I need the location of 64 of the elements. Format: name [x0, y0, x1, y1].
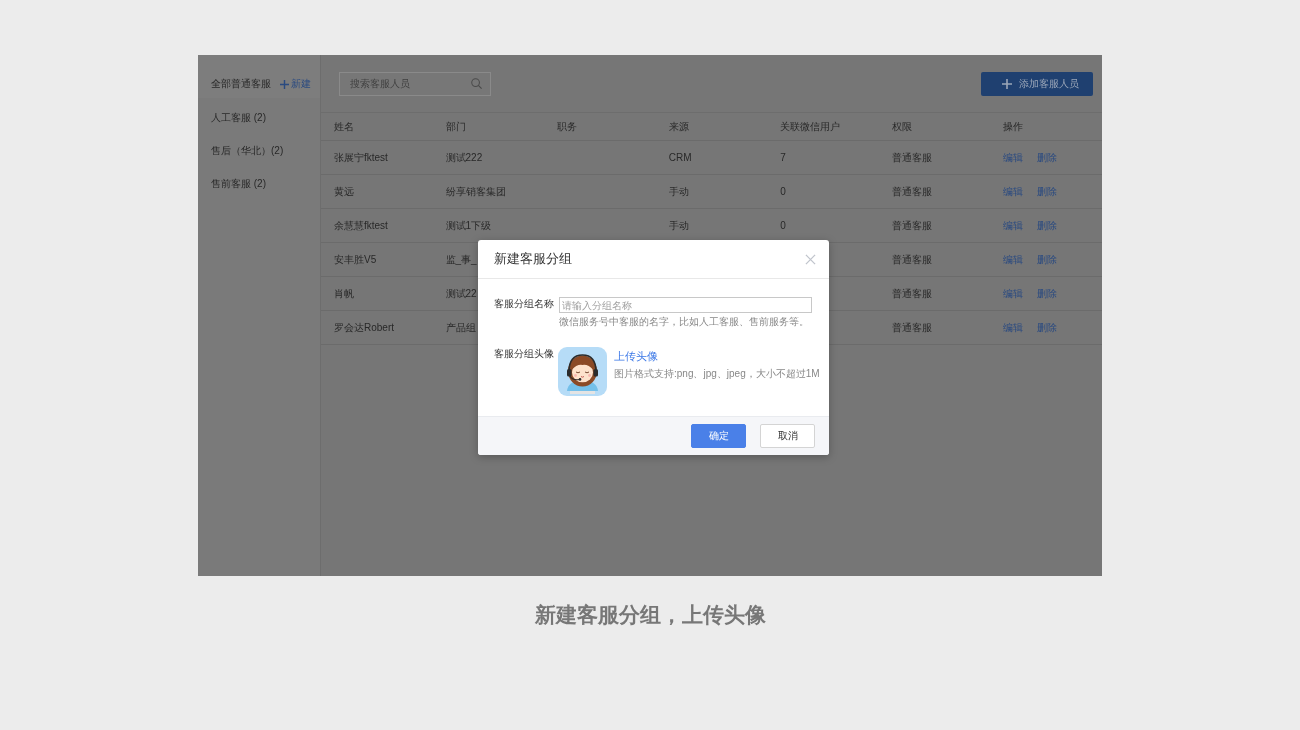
column-header: 部门 [445, 120, 466, 132]
table-cell: 监_事_ [445, 253, 477, 265]
edit-link[interactable]: 编辑 [1003, 320, 1024, 335]
table-cell: 普通客服 [891, 321, 932, 333]
table-cell: 7 [780, 152, 786, 163]
column-header: 权限 [891, 120, 912, 132]
cancel-button[interactable]: 取消 [760, 424, 815, 448]
dialog-title: 新建客服分组 [494, 250, 572, 268]
edit-link[interactable]: 编辑 [1003, 150, 1024, 165]
table-cell: 普通客服 [891, 219, 932, 231]
table-cell: 肖帆 [334, 287, 354, 299]
table-cell: 测试22 [445, 287, 477, 299]
field-hint: 微信服务号中客服的名字，比如人工客服、售前服务等。 [559, 315, 809, 328]
delete-link[interactable]: 删除 [1037, 184, 1058, 199]
column-header: 职务 [557, 120, 578, 132]
delete-link[interactable]: 删除 [1037, 218, 1058, 233]
sidebar-item[interactable]: 售前客服 (2) [198, 167, 320, 200]
table-cell: 安丰胜V5 [334, 253, 377, 265]
table-cell: 普通客服 [891, 185, 932, 197]
table-cell: 0 [780, 186, 786, 197]
column-header: 操作 [1003, 120, 1024, 132]
table-cell: 黄远 [334, 185, 354, 197]
table-cell: 0 [780, 220, 786, 231]
table-cell: 测试222 [445, 151, 483, 163]
table-cell: 测试1下级 [445, 219, 492, 231]
edit-link[interactable]: 编辑 [1003, 286, 1024, 301]
upload-avatar-link[interactable]: 上传头像 [614, 349, 658, 363]
column-header: 姓名 [334, 120, 354, 132]
table-cell: CRM [668, 152, 692, 163]
column-header: 关联微信用户 [780, 120, 841, 132]
table-cell: 余慧慧fktest [334, 219, 388, 231]
group-name-input[interactable]: 请输入分组名称 [559, 297, 812, 313]
search-icon [471, 77, 482, 89]
table-cell: 产品组 [445, 321, 476, 333]
delete-link[interactable]: 删除 [1037, 286, 1058, 301]
add-staff-button[interactable]: 添加客服人员 [981, 71, 1093, 96]
headset-avatar-icon [558, 347, 607, 396]
table-cell: 普通客服 [891, 253, 932, 265]
table-cell: 张展宁fktest [334, 151, 388, 163]
edit-link[interactable]: 编辑 [1003, 184, 1024, 199]
delete-link[interactable]: 删除 [1037, 252, 1058, 267]
plus-icon [1001, 78, 1012, 89]
new-group-link[interactable]: 新建 [280, 77, 311, 91]
plus-icon [280, 79, 289, 89]
edit-link[interactable]: 编辑 [1003, 252, 1024, 267]
sidebar-item[interactable]: 人工客服 (2) [198, 101, 320, 134]
close-icon[interactable] [805, 253, 816, 265]
field-hint: 图片格式支持:png、jpg、jpeg，大小不超过1M [614, 367, 820, 380]
table-cell: 普通客服 [891, 287, 932, 299]
table-cell: 罗会达Robert [334, 321, 394, 333]
table-cell: 手动 [668, 185, 689, 197]
field-label: 客服分组名称 [494, 297, 555, 311]
delete-link[interactable]: 删除 [1037, 150, 1058, 165]
sidebar-title[interactable]: 全部普通客服 [211, 70, 271, 98]
field-label: 客服分组头像 [494, 347, 555, 361]
column-header: 来源 [668, 120, 689, 132]
delete-link[interactable]: 删除 [1037, 320, 1058, 335]
table-cell: 纷享销客集团 [445, 185, 506, 197]
table-cell: 手动 [668, 219, 689, 231]
slide-caption: 新建客服分组，上传头像 [534, 602, 766, 628]
table-cell: 普通客服 [891, 151, 932, 163]
sidebar-item[interactable]: 售后（华北）(2) [198, 134, 320, 167]
edit-link[interactable]: 编辑 [1003, 218, 1024, 233]
confirm-button[interactable]: 确定 [691, 424, 746, 448]
